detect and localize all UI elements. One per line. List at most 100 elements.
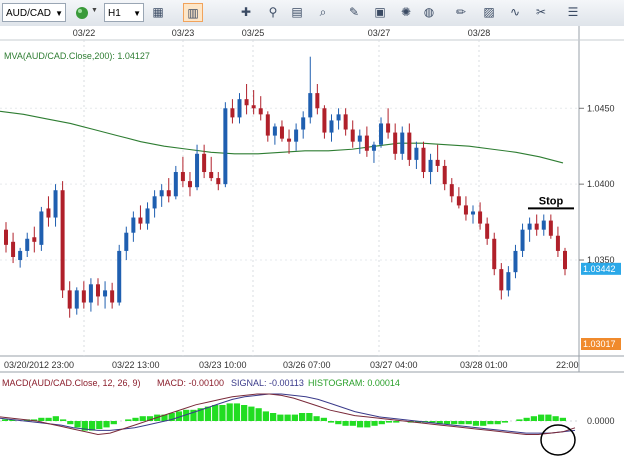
candle-body — [563, 250, 567, 270]
macd-title: MACD(AUD/CAD.Close, 12, 26, 9) — [2, 378, 141, 388]
candle-body — [414, 147, 419, 160]
candle-body — [407, 132, 412, 160]
macd-histogram-bar — [96, 421, 103, 429]
candle-body — [138, 217, 143, 224]
candle-body — [315, 93, 320, 109]
macd-histogram-bar — [2, 419, 9, 421]
candle-body — [67, 290, 72, 309]
macd-histogram-bar — [248, 406, 255, 421]
time-axis-label: 03/20/2012 23:00 — [4, 360, 74, 370]
candle-body — [131, 217, 136, 233]
candle-body — [329, 120, 334, 133]
candle-body — [513, 250, 518, 273]
macd-histogram-bar — [393, 421, 400, 423]
candle-body — [117, 250, 122, 303]
candle-body — [350, 129, 355, 142]
time-axis-label: 03/26 07:00 — [283, 360, 331, 370]
macd-axis-label: 0.0000 — [587, 416, 615, 426]
candle-body — [209, 172, 214, 179]
candle-body — [308, 93, 313, 118]
macd-histogram-bar — [226, 403, 233, 421]
candle-body — [541, 220, 546, 230]
candle-body — [301, 117, 306, 130]
candle-body — [258, 108, 263, 115]
candle-body — [279, 126, 284, 139]
macd-histogram-bar — [45, 417, 52, 421]
candle-body — [173, 172, 178, 197]
histogram-value: HISTOGRAM: 0.00014 — [308, 378, 400, 388]
candle-body — [386, 123, 391, 133]
top-date-label: 03/22 — [73, 28, 96, 38]
macd-histogram-bar — [306, 413, 313, 421]
top-date-label: 03/25 — [242, 28, 265, 38]
candle-body — [534, 223, 539, 230]
candle-body — [421, 147, 426, 173]
macd-histogram-bar — [132, 417, 139, 421]
macd-histogram-bar — [284, 414, 291, 421]
candle-body — [322, 108, 327, 133]
macd-histogram-bar — [371, 421, 378, 426]
macd-histogram-bar — [74, 421, 81, 428]
candle-body — [4, 229, 8, 245]
ma-legend: MVA(AUD/CAD.Close,200): 1.04127 — [4, 51, 150, 61]
candle-body — [110, 290, 115, 303]
price-chart[interactable]: 03/22 03/23 03/25 03/27 03/28 1.0450 1.0400 1.0… — [0, 0, 624, 459]
macd-histogram-bar — [270, 413, 277, 421]
candle-body — [272, 126, 277, 136]
candle-body — [180, 172, 185, 182]
candle-body — [25, 238, 30, 251]
macd-histogram-bar — [385, 421, 393, 423]
candle-body — [11, 241, 16, 257]
price-tick-label: 1.0450 — [587, 103, 615, 113]
candle-body — [81, 290, 86, 303]
macd-histogram-bar — [52, 416, 59, 421]
candle-body — [506, 272, 511, 291]
candle-body — [371, 144, 376, 151]
candle-body — [379, 123, 384, 145]
candle-body — [485, 223, 490, 239]
candle-body — [124, 232, 129, 251]
macd-histogram-bar — [530, 416, 538, 421]
candle-body — [336, 114, 341, 121]
macd-histogram-bar — [298, 413, 306, 421]
candle-body — [103, 290, 108, 297]
candle-body — [428, 159, 433, 173]
candle-body — [60, 190, 65, 291]
candle-body — [230, 108, 235, 118]
macd-histogram-bar — [233, 403, 241, 421]
macd-histogram-bar — [320, 417, 327, 421]
macd-histogram-bar — [364, 421, 371, 428]
candle-body — [463, 205, 468, 215]
macd-histogram-bar — [59, 419, 67, 421]
candle-body — [287, 138, 292, 142]
candle-body — [251, 105, 256, 109]
macd-histogram-bar — [103, 421, 110, 428]
macd-histogram-bar — [125, 419, 132, 421]
macd-histogram-bar — [356, 421, 364, 428]
candle-body — [456, 196, 461, 206]
candle-body — [364, 135, 369, 151]
stop-label: Stop — [539, 195, 564, 207]
candle-body — [32, 237, 37, 242]
candle-body — [39, 211, 44, 245]
macd-histogram-bar — [523, 417, 530, 421]
candle-body — [265, 114, 270, 136]
candle-body — [393, 132, 398, 154]
macd-histogram-bar — [378, 421, 385, 425]
candle-body — [520, 229, 525, 251]
time-axis-label: 03/22 13:00 — [112, 360, 160, 370]
candle-body — [548, 220, 553, 236]
macd-histogram-bar — [494, 421, 501, 425]
macd-histogram-bar — [67, 421, 74, 425]
time-axis-label: 03/28 01:00 — [460, 360, 508, 370]
top-date-label: 03/28 — [468, 28, 491, 38]
candle-body — [449, 184, 454, 197]
macd-histogram-bar — [241, 405, 248, 421]
macd-histogram-bar — [487, 421, 494, 425]
macd-value: MACD: -0.00100 — [157, 378, 224, 388]
macd-histogram-bar — [342, 421, 349, 426]
candle-body — [294, 129, 299, 142]
candle-body — [145, 208, 150, 224]
macd-histogram-bar — [327, 421, 335, 423]
macd-histogram-bar — [219, 405, 226, 421]
